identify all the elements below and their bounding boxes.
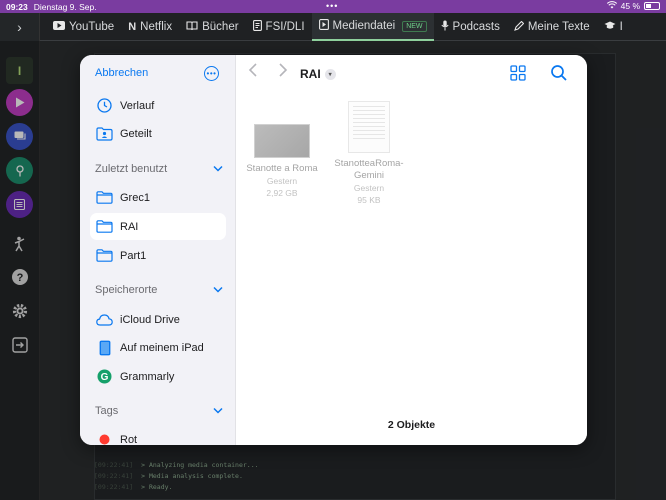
file-date: Gestern bbox=[266, 176, 298, 186]
sidebar-item-grec1[interactable]: Grec1 bbox=[90, 184, 226, 211]
new-badge: NEW bbox=[402, 20, 427, 32]
sidebar-item-label: Geteilt bbox=[120, 127, 152, 140]
tab-meine-texte[interactable]: Meine Texte bbox=[507, 13, 597, 41]
sidebar-item-part1[interactable]: Part1 bbox=[90, 242, 226, 269]
file-size: 2,92 GB bbox=[266, 188, 298, 198]
wifi-icon bbox=[606, 1, 617, 11]
tab-label: Bücher bbox=[202, 21, 239, 33]
graduation-cap-icon bbox=[604, 21, 616, 33]
status-right: 45 % bbox=[606, 1, 660, 11]
ipad-icon bbox=[96, 339, 113, 356]
tab-more[interactable]: I bbox=[597, 13, 630, 41]
cancel-button[interactable]: Abbrechen bbox=[95, 67, 148, 79]
folder-title-label: RAI bbox=[300, 67, 321, 81]
folder-icon bbox=[96, 189, 113, 206]
file-item-document[interactable]: StanotteaRoma- Gemini Gestern 95 KB bbox=[329, 101, 409, 206]
youtube-icon bbox=[53, 21, 65, 33]
picker-content: RAI ▾ Stanotte a Roma Gestern 2,92 GB St… bbox=[236, 55, 587, 445]
document-icon bbox=[252, 20, 262, 34]
multitasking-dots[interactable]: ••• bbox=[326, 1, 338, 11]
section-header-label: Zuletzt benutzt bbox=[95, 163, 168, 175]
sidebar-toggle-chevron-icon[interactable]: › bbox=[0, 13, 40, 41]
sidebar-item-label: RAI bbox=[120, 220, 139, 233]
picker-sidebar: Abbrechen ••• Verlauf Geteilt Zuletzt be… bbox=[80, 55, 236, 445]
search-icon[interactable] bbox=[550, 64, 568, 82]
clock-icon bbox=[96, 97, 113, 114]
sidebar-item-label: Part1 bbox=[120, 249, 147, 262]
sidebar-item-verlauf[interactable]: Verlauf bbox=[90, 92, 226, 119]
file-name: Stanotte a Roma bbox=[246, 163, 318, 174]
sidebar-item-label: Rot bbox=[120, 433, 138, 446]
tab-youtube[interactable]: YouTube bbox=[46, 13, 121, 41]
file-date: Gestern bbox=[353, 183, 385, 193]
section-header-label: Speicherorte bbox=[95, 284, 158, 296]
status-date: Dienstag 9. Sep. bbox=[33, 1, 97, 12]
more-options-icon[interactable]: ••• bbox=[204, 66, 219, 81]
file-picker-modal: Abbrechen ••• Verlauf Geteilt Zuletzt be… bbox=[80, 55, 587, 445]
file-item-video[interactable]: Stanotte a Roma Gestern 2,92 GB bbox=[242, 124, 322, 199]
tab-buecher[interactable]: Bücher bbox=[179, 13, 245, 41]
tab-label: YouTube bbox=[69, 21, 115, 33]
chevron-down-icon bbox=[213, 285, 223, 295]
media-file-icon bbox=[318, 19, 329, 33]
section-header-recent[interactable]: Zuletzt benutzt bbox=[95, 163, 223, 175]
grammarly-icon: G bbox=[96, 368, 113, 385]
section-header-label: Tags bbox=[95, 405, 119, 417]
sidebar-item-grammarly[interactable]: G Grammarly bbox=[90, 363, 226, 390]
item-count: 2 Objekte bbox=[387, 419, 436, 431]
file-name-line1: StanotteaRoma- bbox=[334, 158, 404, 169]
status-time: 09:23 bbox=[6, 1, 28, 12]
svg-text:G: G bbox=[101, 372, 109, 383]
pen-icon bbox=[513, 20, 525, 34]
sidebar-item-label: iCloud Drive bbox=[120, 313, 180, 326]
tab-label: Mediendatei bbox=[332, 20, 396, 32]
netflix-icon: N bbox=[128, 21, 137, 33]
tab-label: Netflix bbox=[140, 21, 173, 33]
back-chevron-icon[interactable] bbox=[248, 63, 258, 82]
folder-icon bbox=[96, 218, 113, 235]
sidebar-item-geteilt[interactable]: Geteilt bbox=[90, 120, 226, 147]
sidebar-item-label: Grec1 bbox=[120, 191, 150, 204]
sidebar-item-tag-rot[interactable]: Rot bbox=[90, 426, 226, 445]
red-tag-dot-icon bbox=[96, 431, 113, 445]
sidebar-item-label: Grammarly bbox=[120, 370, 175, 383]
sidebar-item-icloud-drive[interactable]: iCloud Drive bbox=[90, 306, 226, 333]
shared-folder-icon bbox=[96, 125, 113, 142]
sidebar-item-label: Verlauf bbox=[120, 99, 155, 112]
chevron-down-icon bbox=[213, 406, 223, 416]
tab-netflix[interactable]: N Netflix bbox=[121, 13, 179, 41]
file-size: 95 KB bbox=[357, 195, 381, 205]
file-name-line2: Gemini bbox=[353, 170, 385, 181]
sidebar-item-label: Auf meinem iPad bbox=[120, 341, 204, 354]
tab-fsi-dli[interactable]: FSI/DLI bbox=[246, 13, 312, 41]
battery-icon bbox=[644, 2, 660, 10]
tab-label: Meine Texte bbox=[527, 21, 590, 33]
cloud-icon bbox=[96, 311, 113, 328]
tab-label: FSI/DLI bbox=[265, 21, 305, 33]
folder-icon bbox=[96, 247, 113, 264]
tabs: YouTube N Netflix Bücher FSI/DLI Mediend… bbox=[46, 13, 630, 41]
tab-label: I bbox=[619, 21, 623, 33]
tab-mediendatei[interactable]: Mediendatei NEW bbox=[311, 13, 434, 41]
section-header-tags[interactable]: Tags bbox=[95, 405, 223, 417]
status-bar: 09:23 Dienstag 9. Sep. ••• 45 % bbox=[0, 0, 666, 13]
document-thumbnail bbox=[348, 101, 390, 153]
chevron-down-icon: ▾ bbox=[324, 68, 336, 80]
folder-title[interactable]: RAI ▾ bbox=[300, 67, 336, 81]
video-thumbnail bbox=[254, 124, 310, 158]
tab-bar: › YouTube N Netflix Bücher FSI/DLI Medie… bbox=[0, 13, 666, 41]
tab-label: Podcasts bbox=[452, 21, 500, 33]
microphone-icon bbox=[440, 20, 449, 34]
tab-podcasts[interactable]: Podcasts bbox=[434, 13, 507, 41]
sidebar-item-auf-meinem-ipad[interactable]: Auf meinem iPad bbox=[90, 334, 226, 361]
sidebar-item-rai[interactable]: RAI bbox=[90, 213, 226, 240]
chevron-down-icon bbox=[213, 164, 223, 174]
forward-chevron-icon[interactable] bbox=[278, 63, 288, 82]
section-header-locations[interactable]: Speicherorte bbox=[95, 284, 223, 296]
battery-percent: 45 % bbox=[620, 1, 640, 11]
book-icon bbox=[186, 20, 198, 34]
grid-view-icon[interactable] bbox=[510, 65, 526, 81]
